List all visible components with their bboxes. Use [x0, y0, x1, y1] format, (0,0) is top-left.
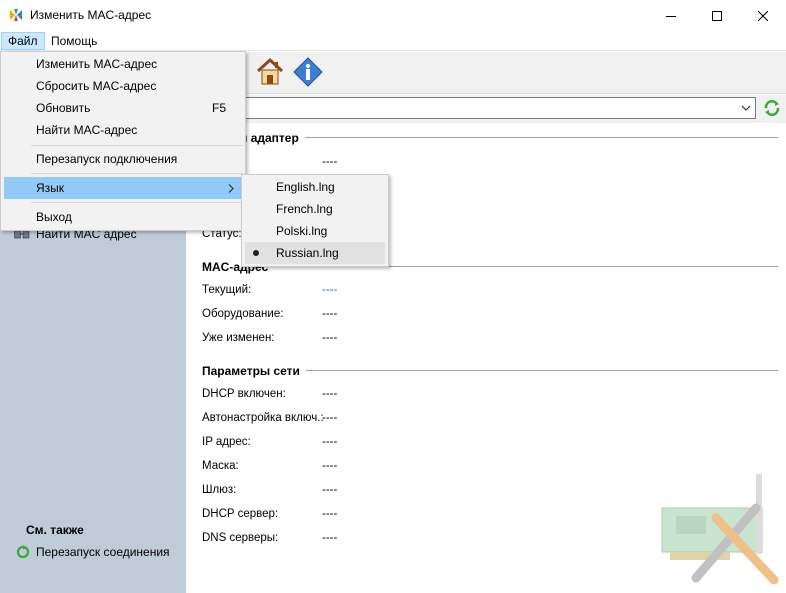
close-icon	[758, 10, 768, 21]
menu-item-label: Изменить MAC-адрес	[36, 57, 158, 71]
chevron-down-icon	[741, 105, 751, 111]
menu-item-label: Выход	[36, 210, 72, 224]
menu-item-label: Перезапуск подключения	[36, 152, 178, 166]
menu-separator	[31, 173, 243, 174]
mask-label: Маска:	[202, 460, 239, 472]
language-item-label: French.lng	[276, 202, 333, 216]
mac-current-value: ----	[322, 284, 338, 296]
menu-bar: Файл Помощь	[0, 31, 786, 51]
refresh-icon	[16, 545, 30, 559]
menu-separator	[31, 202, 243, 203]
language-item-english[interactable]: English.lng	[245, 176, 385, 198]
info-icon[interactable]	[293, 56, 323, 88]
menu-file[interactable]: Файл	[1, 32, 45, 50]
mac-hardware-value: ----	[322, 308, 338, 320]
network-card-tools-icon	[661, 474, 779, 585]
gateway-value: ----	[322, 484, 338, 496]
ip-address-value: ----	[322, 436, 338, 448]
menu-separator	[31, 145, 243, 146]
see-also-heading: См. также	[26, 523, 84, 537]
autoconfig-label: Автонастройка включ.:	[202, 412, 324, 424]
menu-item-exit[interactable]: Выход	[4, 206, 242, 228]
dns-servers-label: DNS серверы:	[202, 532, 279, 544]
minimize-icon	[666, 15, 676, 17]
restart-connection-label: Перезапуск соединения	[36, 545, 170, 559]
minimize-button[interactable]	[648, 0, 694, 31]
dhcp-server-value: ----	[322, 508, 338, 520]
dhcp-server-label: DHCP сервер:	[202, 508, 279, 520]
language-item-russian[interactable]: Russian.lng	[245, 242, 385, 264]
menu-help[interactable]: Помощь	[45, 32, 103, 50]
network-section-title: Параметры сети	[202, 364, 306, 378]
menu-item-find-mac[interactable]: Найти MAC-адрес	[4, 119, 242, 141]
chevron-right-icon	[228, 184, 234, 193]
adapter-section-title: й адаптер	[240, 131, 305, 145]
dhcp-enabled-label: DHCP включен:	[202, 388, 286, 400]
menu-item-reset-mac[interactable]: Сбросить MAC-адрес	[4, 75, 242, 97]
mac-changed-label: Уже изменен:	[202, 332, 275, 344]
dhcp-enabled-value: ----	[322, 388, 338, 400]
language-item-label: English.lng	[276, 180, 335, 194]
dns-servers-value: ----	[322, 532, 338, 544]
language-item-label: Russian.lng	[276, 246, 339, 260]
restart-connection-link[interactable]: Перезапуск соединения	[16, 545, 170, 559]
maximize-icon	[712, 10, 722, 21]
menu-item-label: Язык	[36, 181, 65, 195]
menu-item-shortcut: F5	[211, 101, 226, 115]
mac-changed-value: ----	[322, 332, 338, 344]
language-submenu: English.lng French.lng Polski.lng Russia…	[241, 174, 389, 267]
language-item-french[interactable]: French.lng	[245, 198, 385, 220]
mac-hardware-label: Оборудование:	[202, 308, 284, 320]
menu-item-change-mac[interactable]: Изменить MAC-адрес	[4, 53, 242, 75]
mac-current-label: Текущий:	[202, 284, 252, 296]
menu-item-refresh[interactable]: Обновить F5	[4, 97, 242, 119]
language-item-label: Polski.lng	[276, 224, 328, 238]
mask-value: ----	[322, 460, 338, 472]
ip-address-label: IP адрес:	[202, 436, 251, 448]
refresh-icon[interactable]	[762, 98, 782, 118]
close-button[interactable]	[740, 0, 786, 31]
app-icon	[10, 9, 22, 21]
menu-item-language[interactable]: Язык	[4, 177, 242, 199]
file-menu-dropdown: Изменить MAC-адрес Сбросить MAC-адрес Об…	[0, 51, 246, 231]
window-title: Изменить MAC-адрес	[30, 8, 152, 22]
adapter-first-value: ----	[322, 156, 338, 168]
adapter-select[interactable]	[186, 97, 756, 119]
home-icon[interactable]	[255, 56, 285, 88]
language-item-polski[interactable]: Polski.lng	[245, 220, 385, 242]
maximize-button[interactable]	[694, 0, 740, 31]
menu-item-restart-connection[interactable]: Перезапуск подключения	[4, 148, 242, 170]
autoconfig-value: ----	[322, 412, 338, 424]
radio-dot-icon	[253, 250, 259, 256]
menu-item-label: Найти MAC-адрес	[36, 123, 138, 137]
gateway-label: Шлюз:	[202, 484, 237, 496]
title-bar: Изменить MAC-адрес	[0, 0, 786, 31]
adapter-row	[186, 95, 786, 123]
menu-item-label: Сбросить MAC-адрес	[36, 79, 157, 93]
menu-item-label: Обновить	[36, 101, 91, 115]
